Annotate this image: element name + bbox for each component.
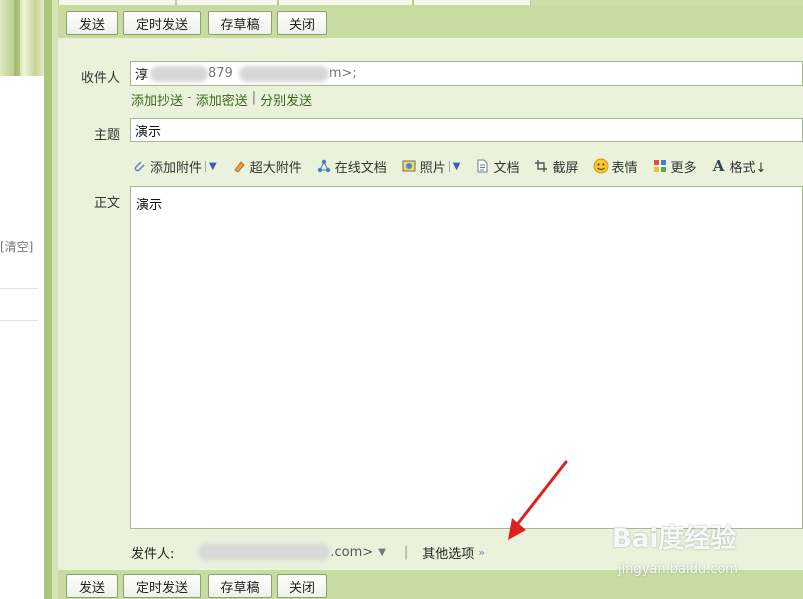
screenshot-icon <box>533 158 549 174</box>
subject-value: 演示 <box>135 124 162 140</box>
attachment-label: 文档 <box>493 160 520 176</box>
more-icon <box>652 158 668 174</box>
cc-links: 添加抄送 - 添加密送 | 分别发送 <box>131 90 312 109</box>
attachment-label: 表情 <box>611 160 638 176</box>
body-editor[interactable]: 演示 <box>130 186 803 529</box>
redacted-text <box>238 65 329 82</box>
screenshot-button[interactable]: 截屏 <box>533 157 579 176</box>
top-toolbar: 发送 定时发送 存草稿 关闭 <box>58 5 803 38</box>
attachment-toolbar: 添加附件 ▼ 超大附件 在线文档 照片 ▼ 文档 截屏 表情 更多 A 格式↓ <box>131 156 780 176</box>
skin-thumbnail <box>0 0 44 76</box>
subject-input[interactable]: 演示 <box>130 118 803 142</box>
attachment-label: 截屏 <box>552 160 579 176</box>
recipient-label: 收件人 <box>80 71 120 86</box>
paperclip-icon <box>131 158 147 174</box>
chevron-down-icon[interactable]: ▼ <box>448 160 460 172</box>
annotation-arrow <box>508 460 568 540</box>
watermark-logo: Bai度经验 <box>612 524 737 554</box>
add-cc-link[interactable]: 添加抄送 <box>131 90 183 109</box>
chevron-down-icon[interactable]: ▼ <box>205 160 217 172</box>
scheduled-send-button[interactable]: 定时发送 <box>123 574 201 598</box>
more-button[interactable]: 更多 <box>652 157 697 176</box>
large-attachment-icon <box>231 158 247 174</box>
compose-panel: 发送 定时发送 存草稿 关闭 收件人 淳 879 m>; 添加抄送 - 添加密送… <box>58 0 803 599</box>
sender-address[interactable]: .com> <box>330 545 373 560</box>
double-chevron-down-icon[interactable]: » <box>478 546 485 559</box>
left-divider <box>0 288 38 289</box>
close-button[interactable]: 关闭 <box>277 11 327 35</box>
online-doc-icon <box>316 158 332 174</box>
add-bcc-link[interactable]: 添加密送 <box>196 90 248 109</box>
sender-row: 发件人: .com> ▼ | 其他选项 » <box>131 543 485 562</box>
body-content: 演示 <box>136 198 163 213</box>
attachment-label: 添加附件 <box>150 160 203 176</box>
recipient-chip-start: 淳 <box>135 68 149 83</box>
sender-label: 发件人: <box>131 546 175 562</box>
separator: | <box>251 90 257 105</box>
recipient-field[interactable]: 淳 879 m>; <box>130 61 803 86</box>
recipient-chip-middle: 879 <box>208 66 233 81</box>
send-button[interactable]: 发送 <box>66 574 118 598</box>
add-attachment-button[interactable]: 添加附件 ▼ <box>131 157 217 176</box>
document-icon <box>474 158 490 174</box>
left-divider <box>0 320 38 321</box>
subject-label: 主题 <box>93 128 120 143</box>
attachment-label: 更多 <box>670 160 697 176</box>
separator: | <box>403 544 409 560</box>
other-options-link[interactable]: 其他选项 <box>422 543 474 562</box>
emoji-button[interactable]: 表情 <box>593 157 638 176</box>
watermark-url: jingyan.baidu.com <box>618 562 738 577</box>
close-button[interactable]: 关闭 <box>277 574 327 598</box>
redacted-text <box>150 65 209 82</box>
scheduled-send-button[interactable]: 定时发送 <box>123 11 201 35</box>
clear-link[interactable]: [清空] <box>0 238 33 255</box>
emoji-icon <box>593 158 609 174</box>
separate-send-link[interactable]: 分别发送 <box>260 90 312 109</box>
photo-button[interactable]: 照片 ▼ <box>401 157 460 176</box>
separator: - <box>187 90 192 105</box>
format-button[interactable]: A 格式↓ <box>711 157 767 176</box>
large-attachment-button[interactable]: 超大附件 <box>231 157 302 176</box>
attachment-label: 照片 <box>419 160 446 176</box>
attachment-label: 超大附件 <box>249 160 302 176</box>
online-doc-button[interactable]: 在线文档 <box>316 157 387 176</box>
format-icon: A <box>712 157 725 175</box>
sender-dropdown-icon[interactable]: ▼ <box>378 547 386 558</box>
save-draft-button[interactable]: 存草稿 <box>208 11 272 35</box>
send-button[interactable]: 发送 <box>66 11 118 35</box>
panel-splitter <box>44 0 52 599</box>
recipient-chip-end: m>; <box>328 66 357 81</box>
document-button[interactable]: 文档 <box>474 157 519 176</box>
save-draft-button[interactable]: 存草稿 <box>208 574 272 598</box>
left-panel: [清空] <box>0 0 44 599</box>
attachment-label: 格式↓ <box>729 160 767 176</box>
body-label: 正文 <box>93 196 120 211</box>
photo-icon <box>401 158 417 174</box>
redacted-text <box>198 544 331 560</box>
attachment-label: 在线文档 <box>334 160 387 176</box>
